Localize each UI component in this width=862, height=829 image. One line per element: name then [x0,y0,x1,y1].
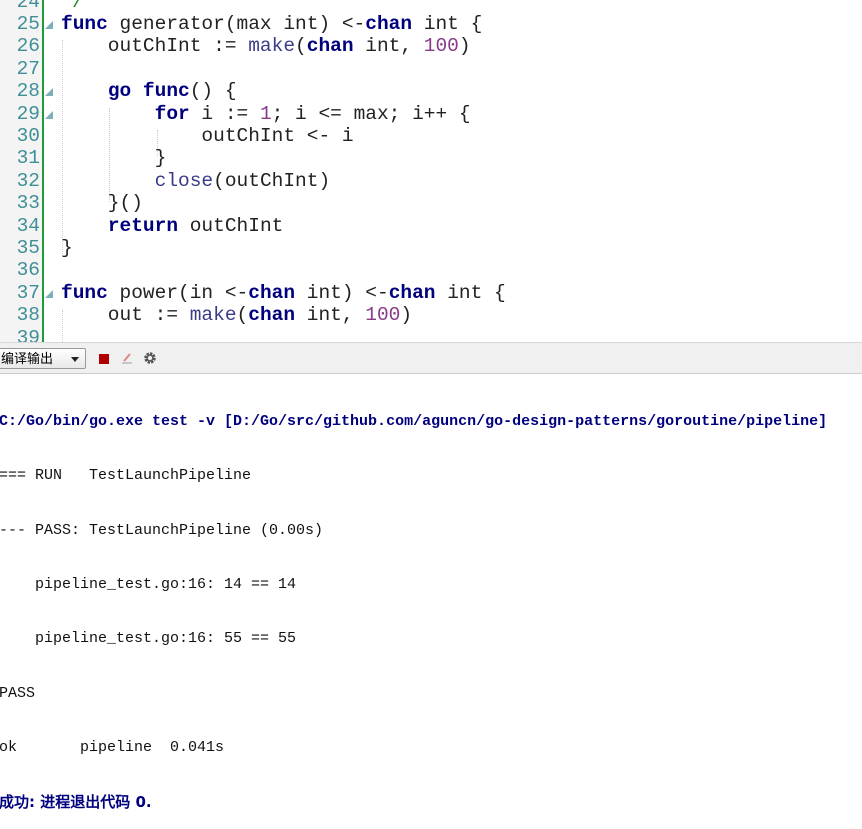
code-token: 100 [423,35,459,58]
code-token: } [61,147,167,170]
line-number: 35 [16,237,40,259]
code-token: ) [458,35,471,58]
code-token: ; i <= max; i++ { [271,102,471,125]
fold-toggle-icon[interactable] [45,110,53,119]
console-line: PASS [0,684,36,702]
console-line: pipeline_test.go:16: 14 == 14 [0,576,297,594]
code-token: out := [61,304,190,327]
code-token: close [154,169,214,192]
code-token: outChInt [178,214,284,237]
line-number: 34 [16,214,40,237]
line-number: 36 [16,259,40,282]
code-token: generator(max int) <- [107,13,366,35]
code-token: chan [248,304,296,327]
console-line: === RUN TestLaunchPipeline [0,467,252,485]
code-token: chan [306,35,354,58]
code-token: int) <- [295,281,389,304]
line-number: 39 [16,326,40,342]
code-token: ) [400,304,413,327]
output-select-value: 编译输出 [1,352,54,367]
code-line: */ [37,0,84,13]
code-token: int, [353,35,424,58]
code-token: outChInt <- i [61,125,354,147]
code-token: outChInt := [61,35,249,58]
stop-icon[interactable] [99,354,109,364]
code-token: make [189,304,237,327]
code-line: close(outChInt) [61,169,331,192]
console-line: ok pipeline 0.041s [0,738,225,756]
console-output[interactable]: C:/Go/bin/go.exe test -v [D:/Go/src/gith… [0,377,827,829]
code-line: for i := 1; i <= max; i++ { [61,103,471,125]
code-token: chan [248,281,296,304]
console-result: 成功: 进程退出代码 0. [0,793,152,812]
code-line: outChInt := make(chan int, 100) [61,35,471,57]
code-token: return [107,214,179,237]
code-token: */ [37,0,84,13]
line-number: 25 [16,13,40,35]
code-editor[interactable]: 24 */25 func generator(max int) <-chan in… [0,0,862,342]
change-marker-bar [42,0,44,342]
code-token: ( [295,35,307,58]
code-line: out := make(chan int, 100) [61,304,412,326]
code-token: int { [435,281,506,304]
chevron-down-icon [71,357,79,362]
line-number: 31 [16,147,40,170]
console-line: pipeline_test.go:16: 55 == 55 [0,630,297,648]
code-token: func [61,281,108,304]
code-line: outChInt <- i [61,125,354,147]
code-token: power(in <- [107,281,249,304]
code-token: chan [388,281,436,304]
console-command: C:/Go/bin/go.exe test -v [D:/Go/src/gith… [0,413,828,431]
line-number: 37 [16,281,40,304]
code-token: func [61,13,108,35]
code-token: func [142,80,190,103]
code-line: } [61,237,73,259]
line-number: 33 [16,192,40,215]
code-line: func generator(max int) <-chan int { [61,13,482,35]
code-token: 1 [259,102,272,125]
code-line: } [61,147,167,170]
code-token: for [154,102,190,125]
code-token: ( [236,304,249,327]
code-line: go func() { [61,80,237,102]
line-number: 28 [16,80,40,103]
code-token: }() [61,192,143,215]
line-number: 24 [16,0,40,13]
code-token: chan [365,13,413,35]
line-number: 26 [16,35,40,58]
fold-toggle-icon[interactable] [45,21,53,29]
output-toolbar: 编译输出 [0,342,862,374]
code-token: int, [295,304,366,327]
code-token: (outChInt) [213,169,331,192]
console-line: --- PASS: TestLaunchPipeline (0.00s) [0,521,324,539]
gear-icon[interactable] [143,351,157,365]
code-token: go [107,80,132,103]
fold-toggle-icon[interactable] [45,88,53,97]
code-token: make [248,35,296,58]
code-line: return outChInt [61,214,284,237]
line-number: 32 [16,169,40,192]
fold-toggle-icon[interactable] [45,289,53,298]
code-token: 100 [365,304,401,327]
line-number: 38 [16,304,40,327]
line-number: 30 [16,125,40,147]
line-number: 29 [16,102,40,125]
line-number: 27 [16,57,40,80]
code-line: func power(in <-chan int) <-chan int { [61,282,506,304]
clear-icon[interactable] [121,352,133,364]
code-token: int { [412,13,483,35]
code-token: () { [189,80,237,103]
code-token: i := [189,102,260,125]
code-token: } [61,237,73,259]
code-line: }() [61,192,143,214]
output-select[interactable]: 编译输出 [0,348,86,369]
